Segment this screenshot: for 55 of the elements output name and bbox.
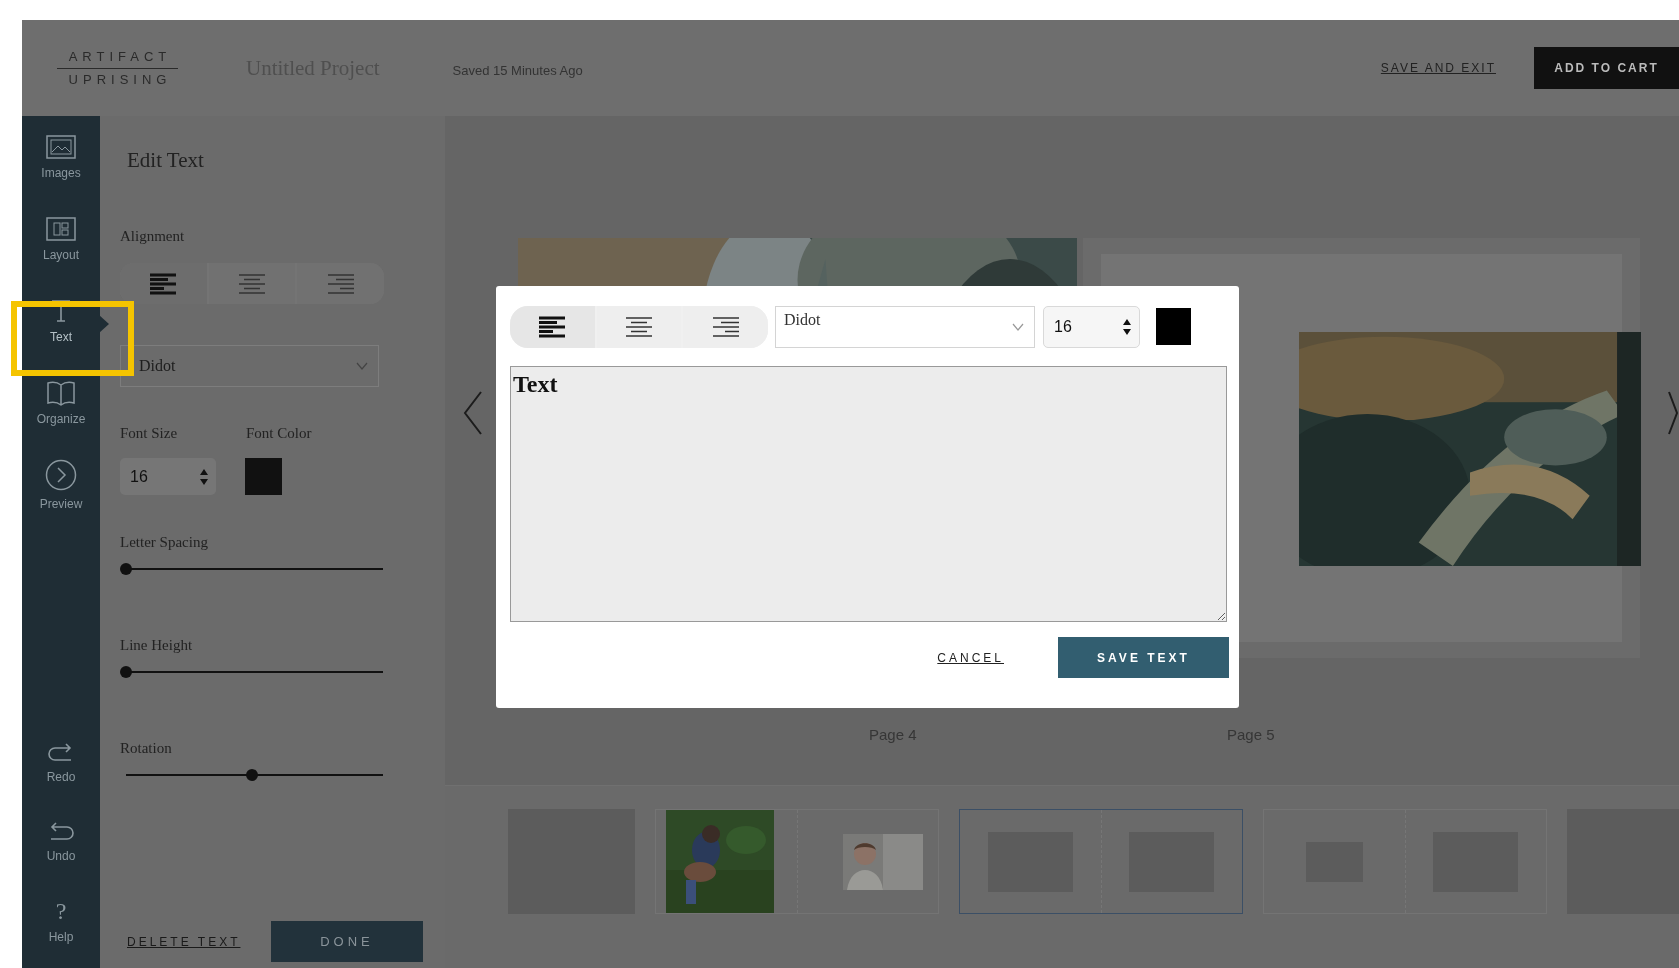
nav-item[interactable]: Text xyxy=(22,280,100,362)
align-right-icon xyxy=(327,272,354,295)
panel-title: Edit Text xyxy=(127,147,205,174)
layout-icon xyxy=(45,216,77,242)
delete-text-link[interactable]: DELETE TEXT xyxy=(127,934,241,949)
nav-item[interactable]: Undo xyxy=(22,802,100,881)
align-left-icon xyxy=(539,315,566,338)
cancel-link[interactable]: CANCEL xyxy=(937,650,1004,665)
field-label: Letter Spacing xyxy=(120,534,209,550)
field-label: Line Height xyxy=(120,637,194,653)
nav-item[interactable]: Redo xyxy=(22,723,100,802)
nav-item[interactable]: Layout xyxy=(22,198,100,280)
field-label: Alignment xyxy=(120,228,186,244)
slider-thumb[interactable] xyxy=(120,563,132,575)
font-select[interactable]: Didot xyxy=(775,305,1035,348)
spread-thumbnail[interactable] xyxy=(959,809,1243,914)
align-left-button[interactable] xyxy=(510,305,595,348)
align-right-icon xyxy=(712,315,739,338)
nav-item[interactable]: ? Help xyxy=(22,881,100,960)
nav-item[interactable]: Images xyxy=(22,116,100,198)
stepper-arrows-icon xyxy=(1123,318,1131,335)
nav-item[interactable]: Preview xyxy=(22,444,100,526)
chevron-circle-icon xyxy=(45,459,77,491)
font-color-swatch[interactable] xyxy=(1156,308,1191,345)
save-and-exit-link[interactable]: SAVE AND EXIT xyxy=(1380,61,1496,75)
slider-thumb[interactable] xyxy=(245,769,258,781)
chevron-down-icon xyxy=(1012,322,1024,331)
font-size-stepper[interactable]: 16 xyxy=(1043,305,1140,348)
spread-thumbnail[interactable] xyxy=(655,809,939,914)
add-to-cart-button[interactable]: ADD TO CART xyxy=(1534,47,1679,89)
chevron-right-icon xyxy=(1667,391,1679,435)
save-status: Saved 15 Minutes Ago xyxy=(452,62,583,78)
align-center-icon xyxy=(239,272,265,295)
spread-thumbnail[interactable] xyxy=(1263,809,1547,914)
align-left-icon xyxy=(150,272,177,295)
image-icon xyxy=(45,134,77,160)
question-icon: ? xyxy=(55,897,67,924)
font-color-swatch[interactable] xyxy=(245,458,282,495)
stepper-arrows-icon xyxy=(200,468,208,485)
done-button[interactable]: DONE xyxy=(271,921,423,962)
field-label: Rotation xyxy=(120,740,173,756)
book-icon xyxy=(46,380,76,406)
text-icon xyxy=(50,298,72,324)
chevron-down-icon xyxy=(356,362,368,370)
font-select[interactable]: Didot xyxy=(120,345,379,387)
field-label: Font Size xyxy=(120,425,179,441)
save-text-button[interactable]: SAVE TEXT xyxy=(1058,637,1229,678)
nav-item[interactable]: Organize xyxy=(22,362,100,444)
chevron-left-icon xyxy=(463,391,483,435)
field-label: Font Color xyxy=(246,425,312,441)
text-input-field[interactable]: Text xyxy=(510,366,1227,622)
font-size-stepper[interactable]: 16 xyxy=(120,458,216,495)
logo: ARTIFACT UPRISING xyxy=(57,48,178,88)
slider-thumb[interactable] xyxy=(120,666,132,678)
align-center-icon xyxy=(626,315,652,338)
